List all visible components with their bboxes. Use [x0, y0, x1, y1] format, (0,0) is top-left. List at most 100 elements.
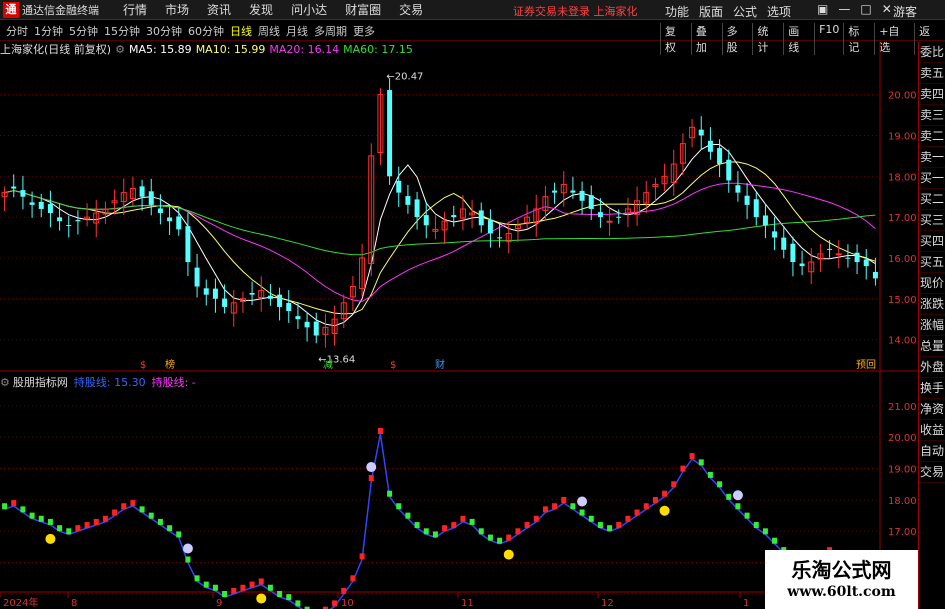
quote-panel-item[interactable]: 卖二: [919, 126, 945, 147]
signal-bar: [84, 522, 90, 529]
quote-panel-item[interactable]: 买一: [919, 168, 945, 189]
menu-options[interactable]: 选项: [767, 3, 791, 20]
quote-panel-item[interactable]: 卖五: [919, 63, 945, 84]
close-icon[interactable]: ✕: [882, 2, 892, 16]
menu-news[interactable]: 资讯: [207, 1, 231, 18]
signal-icon: [503, 549, 514, 560]
menu-trade[interactable]: 交易: [399, 1, 423, 18]
signal-bar: [432, 531, 438, 538]
period-tab-monthly[interactable]: 月线: [286, 23, 308, 39]
candle-body: [277, 294, 283, 307]
signal-bar: [772, 537, 778, 544]
quote-panel-item[interactable]: 净资: [919, 399, 945, 420]
signal-bar: [222, 591, 228, 597]
candle-body: [827, 248, 833, 250]
guest-user[interactable]: 游客: [893, 3, 917, 20]
menu-wealth[interactable]: 财富圈: [345, 1, 381, 18]
maximize-icon[interactable]: □: [860, 2, 871, 16]
candle-body: [222, 298, 228, 307]
signal-bar: [597, 522, 603, 529]
quote-panel-item[interactable]: 外盘: [919, 357, 945, 378]
period-tab-weekly[interactable]: 周线: [258, 23, 280, 39]
signal-icon: [182, 543, 193, 554]
period-toolbar: 分时 1分钟 5分钟 15分钟 30分钟 60分钟 日线 周线 月线 多周期 更…: [0, 21, 945, 55]
date-tick-label: 8: [71, 598, 77, 609]
quote-panel-item[interactable]: 买四: [919, 231, 945, 252]
candle-body: [212, 288, 218, 299]
quote-panel-item[interactable]: 收益: [919, 420, 945, 441]
signal-bar: [515, 528, 521, 535]
candle-body: [487, 220, 493, 234]
quote-panel-item[interactable]: 换手: [919, 378, 945, 399]
watermark: 乐淘公式网 www.60lt.com: [765, 550, 918, 609]
candle-body: [203, 288, 209, 295]
quote-panel-item[interactable]: 买三: [919, 210, 945, 231]
period-tab-30min[interactable]: 30分钟: [146, 23, 182, 39]
candle-body: [753, 199, 759, 218]
quote-panel-item[interactable]: 总量: [919, 336, 945, 357]
indicator-title: 股朋指标网: [12, 376, 68, 389]
kline-chart[interactable]: 20.00 19.00 18.00 17.00 16.00 15.00 14.00 21.00…: [0, 42, 918, 609]
menu-quotes[interactable]: 行情: [123, 1, 147, 18]
sub-tick-label: 17.00: [888, 527, 917, 538]
ma5-label: MA5: 15.89: [128, 42, 192, 56]
period-tab-5min[interactable]: 5分钟: [69, 23, 98, 39]
period-tab-60min[interactable]: 60分钟: [188, 23, 224, 39]
quote-panel-item[interactable]: 卖三: [919, 105, 945, 126]
period-tab-15min[interactable]: 15分钟: [104, 23, 140, 39]
signal-icon: [256, 593, 267, 604]
stock-title: 上海家化(日线 前复权): [0, 43, 112, 56]
signal-bar: [75, 525, 81, 532]
login-status[interactable]: 证券交易未登录 上海家化: [513, 3, 638, 19]
quote-panel-item[interactable]: 现价: [919, 273, 945, 294]
signal-bar: [717, 481, 723, 488]
quote-panel-item[interactable]: 买二: [919, 189, 945, 210]
candle-body: [304, 321, 310, 328]
date-tick-label: 10: [341, 598, 354, 609]
menu-market[interactable]: 市场: [165, 1, 189, 18]
candle-body: [872, 271, 878, 279]
signal-bar: [139, 506, 145, 513]
period-tab-daily[interactable]: 日线: [230, 23, 252, 39]
signal-bar: [405, 512, 411, 519]
signal-bar: [579, 509, 585, 516]
menu-function[interactable]: 功能: [665, 3, 689, 20]
quote-panel-item[interactable]: 买五: [919, 252, 945, 273]
signal-bar: [616, 522, 622, 529]
settings-icon[interactable]: ⚙: [0, 376, 10, 389]
candle-body: [744, 195, 750, 205]
minimize-icon[interactable]: —: [838, 2, 850, 16]
period-tab-1min[interactable]: 1分钟: [34, 23, 63, 39]
quote-panel-item[interactable]: 涨跌: [919, 294, 945, 315]
candle-body: [735, 185, 741, 193]
signal-bar: [396, 503, 402, 510]
signal-icon: [45, 533, 56, 544]
event-marker: $: [140, 360, 146, 371]
menu-formula[interactable]: 公式: [733, 3, 757, 20]
period-tab-fenshi[interactable]: 分时: [6, 23, 28, 39]
settings-icon[interactable]: ⚙: [115, 43, 125, 56]
signal-bar: [341, 587, 347, 594]
signal-bar: [148, 512, 154, 519]
signal-bar: [93, 518, 99, 525]
candle-body: [47, 204, 53, 214]
candle-body: [790, 243, 796, 263]
candle-body: [588, 195, 594, 209]
menu-bar: 通 通达信金融终端 行情 市场 资讯 发现 问小达 财富圈 交易 证券交易未登录…: [0, 0, 945, 20]
ma20-label: MA20: 16.14: [269, 42, 340, 56]
quote-panel-item[interactable]: 自动: [919, 441, 945, 462]
menu-layout[interactable]: 版面: [699, 3, 723, 20]
period-tab-more[interactable]: 更多: [353, 23, 375, 39]
signal-bar: [634, 509, 640, 516]
quote-panel-item[interactable]: 涨幅: [919, 315, 945, 336]
candle-body: [313, 321, 319, 336]
period-tab-multi[interactable]: 多周期: [314, 23, 347, 39]
quote-panel-item[interactable]: 卖四: [919, 84, 945, 105]
restore-icon[interactable]: ▣: [817, 2, 828, 16]
menu-ask[interactable]: 问小达: [291, 1, 327, 18]
menu-discover[interactable]: 发现: [249, 1, 273, 18]
quote-panel-item[interactable]: 卖一: [919, 147, 945, 168]
quote-panel-item[interactable]: 交易: [919, 462, 945, 483]
signal-bar: [588, 515, 594, 522]
quote-panel-item[interactable]: 委比: [919, 42, 945, 63]
